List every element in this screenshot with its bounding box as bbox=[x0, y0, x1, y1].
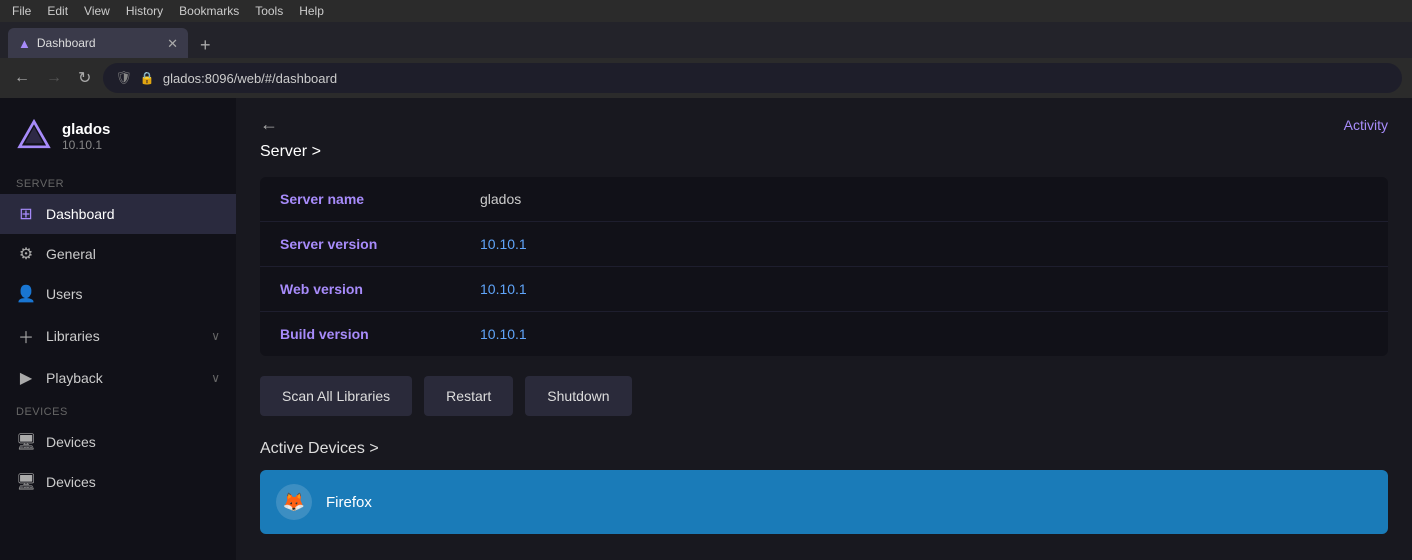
main-layout: glados 10.10.1 Server ⊞ Dashboard ⚙ Gene… bbox=[0, 98, 1412, 560]
address-bar[interactable]: 🛡 🔒 glados:8096/web/#/dashboard bbox=[103, 63, 1402, 93]
label-web-version: Web version bbox=[280, 281, 480, 297]
tab-favicon: ▲ bbox=[18, 36, 31, 51]
devices-icon: 🖥 bbox=[16, 432, 36, 452]
content-header: ← Activity bbox=[236, 98, 1412, 143]
chevron-down-icon: ∨ bbox=[211, 329, 220, 343]
libraries-icon: ＋ bbox=[16, 324, 36, 348]
gear-icon: ⚙ bbox=[16, 244, 36, 264]
value-server-version: 10.10.1 bbox=[480, 236, 527, 252]
menu-help[interactable]: Help bbox=[299, 4, 324, 18]
shield-icon: 🛡 bbox=[115, 70, 132, 86]
sidebar-server-info: glados 10.10.1 bbox=[62, 121, 110, 152]
value-server-name: glados bbox=[480, 191, 521, 207]
sidebar-label-devices: Devices bbox=[46, 434, 96, 450]
firefox-icon: 🦊 bbox=[283, 492, 305, 513]
sidebar-label-dashboard: Dashboard bbox=[46, 206, 115, 222]
back-navigation-button[interactable]: ← bbox=[260, 114, 278, 135]
breadcrumb-server[interactable]: Server > bbox=[260, 143, 321, 161]
content-area: ← Activity Server > Server name glados S… bbox=[236, 98, 1412, 560]
sidebar-item-libraries[interactable]: ＋ Libraries ∨ bbox=[0, 314, 236, 358]
browser-tab-bar: ▲ Dashboard ✕ + bbox=[0, 22, 1412, 58]
device-name: Firefox bbox=[326, 494, 372, 511]
menu-view[interactable]: View bbox=[84, 4, 110, 18]
sidebar-label-devices-2: Devices bbox=[46, 474, 96, 490]
info-row-server-version: Server version 10.10.1 bbox=[260, 222, 1388, 267]
sidebar-label-users: Users bbox=[46, 286, 83, 302]
active-devices-section[interactable]: Active Devices > bbox=[236, 436, 1412, 470]
device-icon: 🦊 bbox=[276, 484, 312, 520]
dashboard-icon: ⊞ bbox=[16, 204, 36, 224]
sidebar-item-devices[interactable]: 🖥 Devices bbox=[0, 422, 236, 462]
reload-button[interactable]: ↻ bbox=[74, 64, 95, 92]
scan-all-libraries-button[interactable]: Scan All Libraries bbox=[260, 376, 412, 416]
back-button[interactable]: ← bbox=[10, 65, 34, 91]
info-row-web-version: Web version 10.10.1 bbox=[260, 267, 1388, 312]
info-row-build-version: Build version 10.10.1 bbox=[260, 312, 1388, 356]
menu-tools[interactable]: Tools bbox=[255, 4, 283, 18]
lock-icon: 🔒 bbox=[140, 71, 155, 85]
server-info-card: Server name glados Server version 10.10.… bbox=[260, 177, 1388, 356]
label-server-version: Server version bbox=[280, 236, 480, 252]
new-tab-button[interactable]: + bbox=[192, 35, 219, 56]
sidebar-item-dashboard[interactable]: ⊞ Dashboard bbox=[0, 194, 236, 234]
sidebar-label-playback: Playback bbox=[46, 370, 103, 386]
browser-nav-bar: ← → ↻ 🛡 🔒 glados:8096/web/#/dashboard bbox=[0, 58, 1412, 98]
sidebar-item-general[interactable]: ⚙ General bbox=[0, 234, 236, 274]
breadcrumb: Server > bbox=[236, 143, 1412, 177]
sidebar-section-server: Server bbox=[0, 170, 236, 194]
label-build-version: Build version bbox=[280, 326, 480, 342]
shutdown-button[interactable]: Shutdown bbox=[525, 376, 631, 416]
sidebar-label-general: General bbox=[46, 246, 96, 262]
sidebar-section-devices: Devices bbox=[0, 398, 236, 422]
sidebar-server-name: glados bbox=[62, 121, 110, 138]
devices-icon-2: 🖥 bbox=[16, 472, 36, 492]
sidebar-item-users[interactable]: 👤 Users bbox=[0, 274, 236, 314]
active-tab[interactable]: ▲ Dashboard ✕ bbox=[8, 28, 188, 58]
sidebar-item-devices-2[interactable]: 🖥 Devices bbox=[0, 462, 236, 502]
tab-title: Dashboard bbox=[37, 36, 96, 50]
users-icon: 👤 bbox=[16, 284, 36, 304]
sidebar-item-playback[interactable]: ▶ Playback ∨ bbox=[0, 358, 236, 398]
label-server-name: Server name bbox=[280, 191, 480, 207]
forward-button[interactable]: → bbox=[42, 65, 66, 91]
restart-button[interactable]: Restart bbox=[424, 376, 513, 416]
url-text: glados:8096/web/#/dashboard bbox=[163, 71, 1390, 86]
active-devices-title: Active Devices > bbox=[260, 440, 379, 458]
activity-link[interactable]: Activity bbox=[1344, 117, 1388, 133]
value-web-version: 10.10.1 bbox=[480, 281, 527, 297]
info-row-server-name: Server name glados bbox=[260, 177, 1388, 222]
tab-close-button[interactable]: ✕ bbox=[167, 37, 178, 50]
sidebar-label-libraries: Libraries bbox=[46, 328, 100, 344]
value-build-version: 10.10.1 bbox=[480, 326, 527, 342]
sidebar-header: glados 10.10.1 bbox=[0, 98, 236, 170]
menu-history[interactable]: History bbox=[126, 4, 163, 18]
menu-bookmarks[interactable]: Bookmarks bbox=[179, 4, 239, 18]
chevron-down-icon-playback: ∨ bbox=[211, 371, 220, 385]
browser-menu-bar: File Edit View History Bookmarks Tools H… bbox=[0, 0, 1412, 22]
device-card-firefox[interactable]: 🦊 Firefox bbox=[260, 470, 1388, 534]
sidebar: glados 10.10.1 Server ⊞ Dashboard ⚙ Gene… bbox=[0, 98, 236, 560]
menu-file[interactable]: File bbox=[12, 4, 31, 18]
menu-edit[interactable]: Edit bbox=[47, 4, 68, 18]
playback-icon: ▶ bbox=[16, 368, 36, 388]
app-logo bbox=[16, 118, 52, 154]
action-buttons: Scan All Libraries Restart Shutdown bbox=[236, 356, 1412, 436]
sidebar-server-version: 10.10.1 bbox=[62, 138, 110, 152]
